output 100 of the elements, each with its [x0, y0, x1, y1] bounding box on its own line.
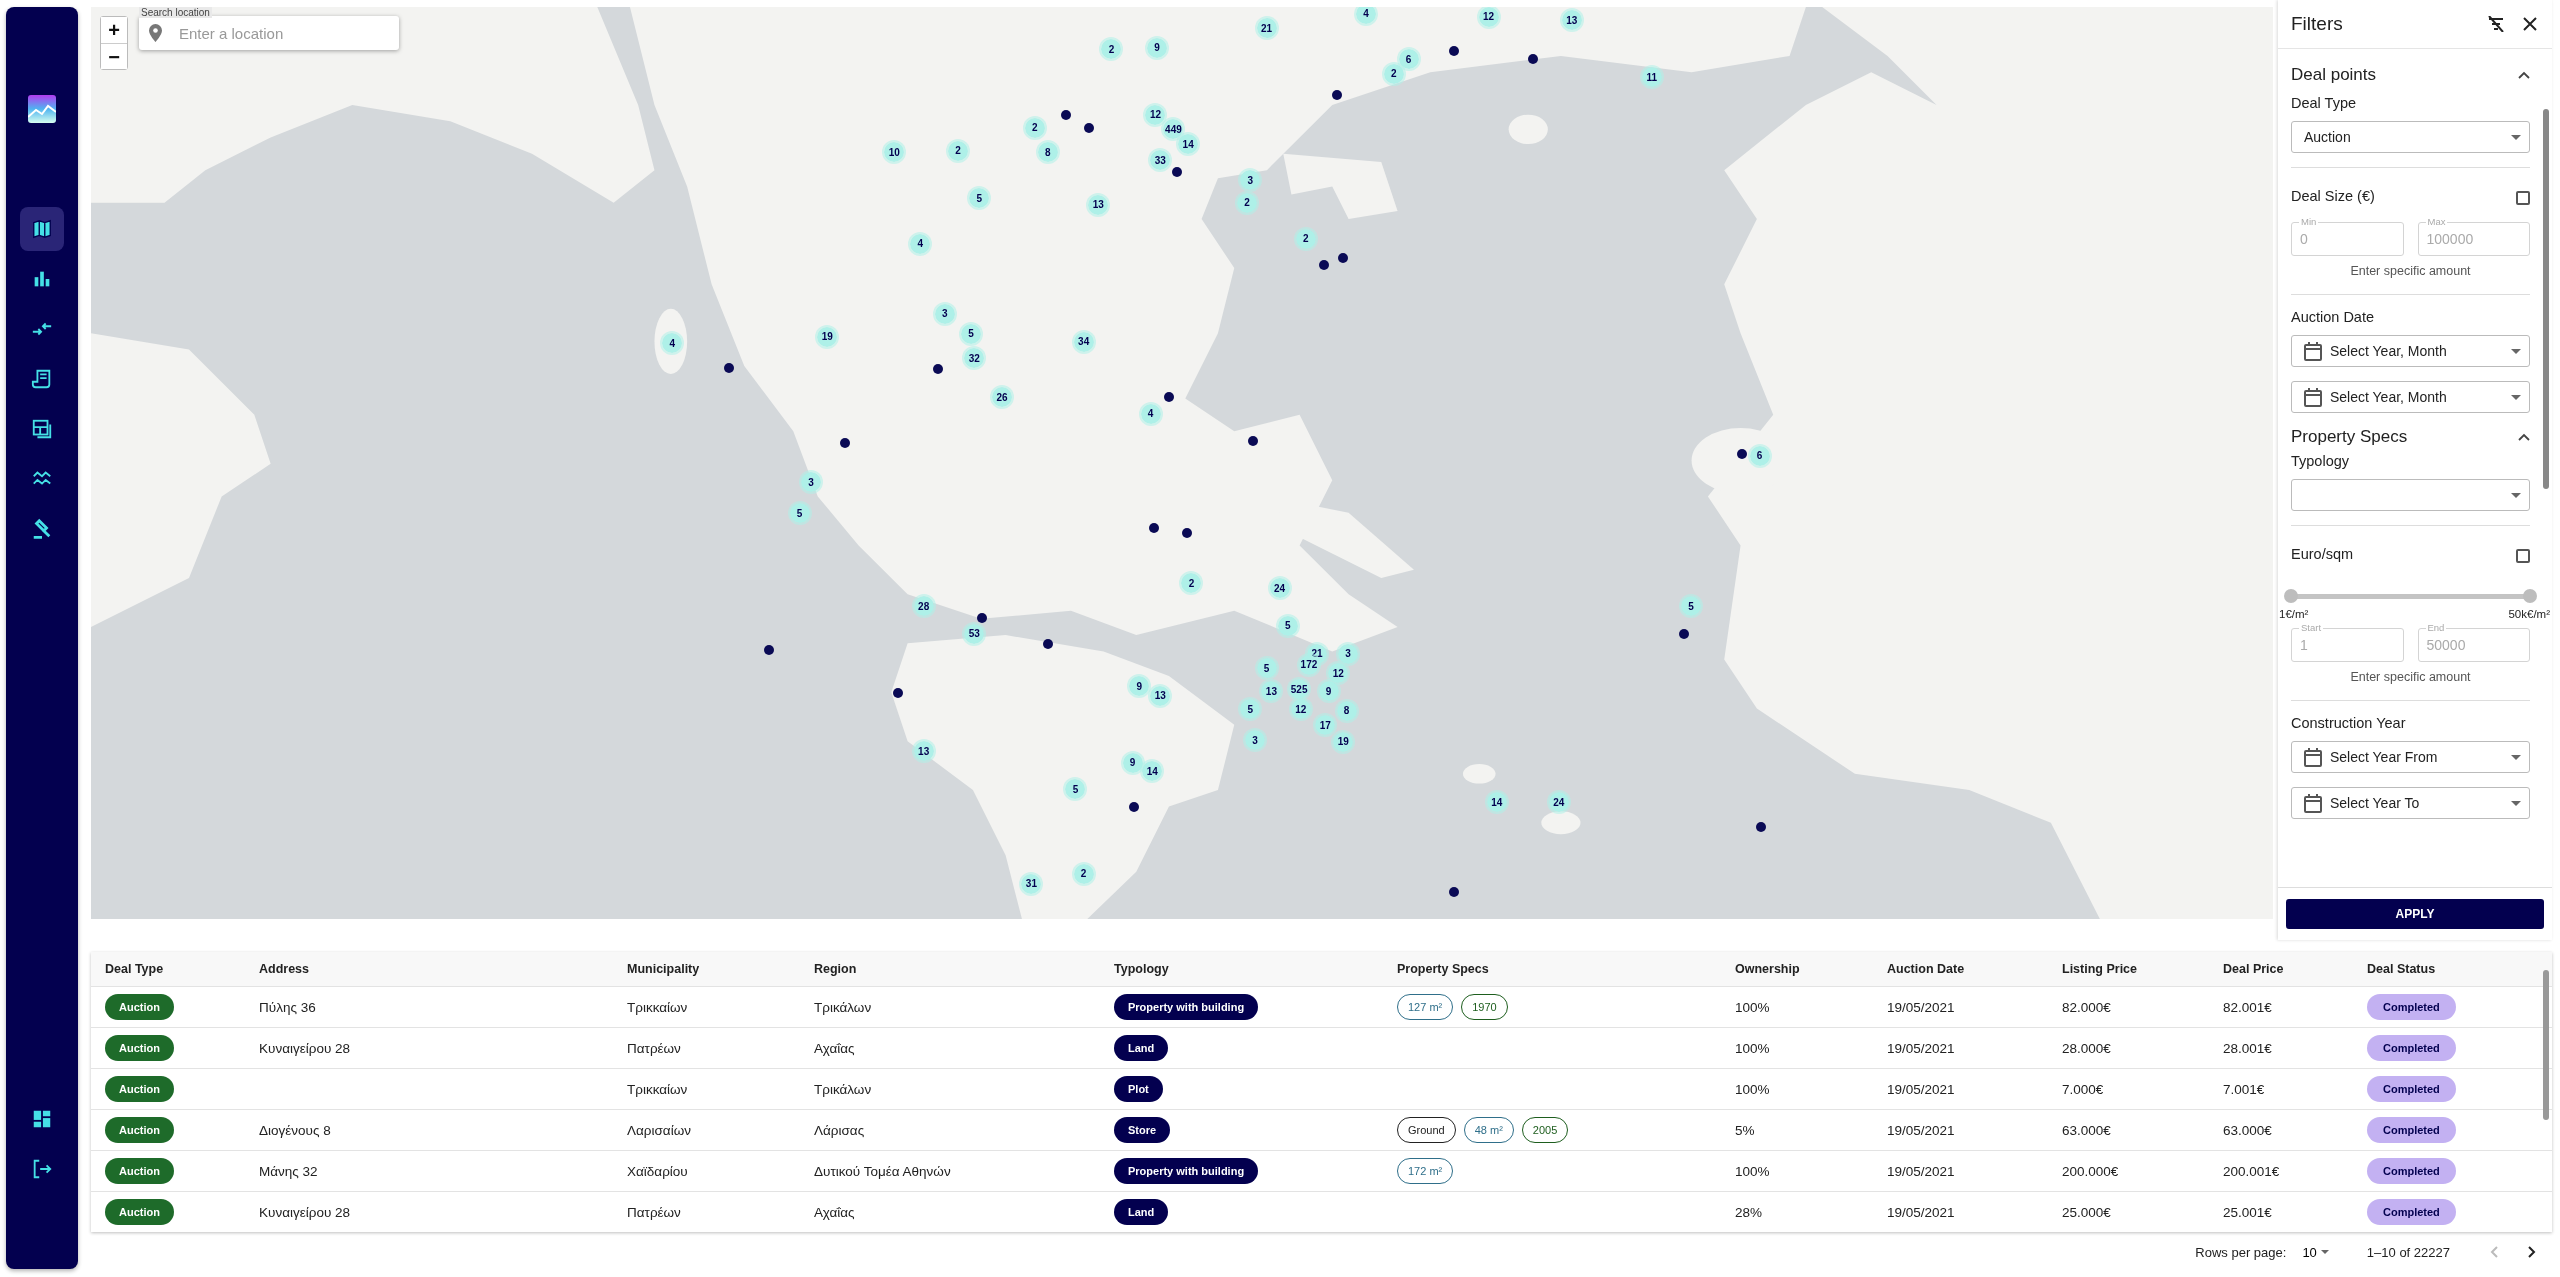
receipt-icon [31, 368, 53, 390]
map-pin-icon[interactable] [1042, 638, 1053, 649]
dropdown-caret-icon [2511, 754, 2521, 760]
table-cell: 19/05/2021 [1887, 1122, 1955, 1138]
field-label: Construction Year [2291, 715, 2407, 731]
table-cell: Λάρισας [814, 1122, 865, 1138]
deal-type-select[interactable]: Auction [2291, 121, 2530, 153]
map-pin-icon[interactable] [1449, 46, 1460, 57]
table-cell: 25.001€ [2223, 1204, 2272, 1220]
hint-text: Enter specific amount [2349, 670, 2472, 684]
deal-type-badge: Auction [105, 1199, 174, 1225]
chevron-left-icon [2490, 1246, 2498, 1258]
date-select[interactable]: Select Year, Month [2291, 335, 2530, 367]
table-cell: 100% [1735, 1040, 1770, 1056]
spec-chip: Ground [1397, 1117, 1456, 1143]
map-pin-icon[interactable] [1129, 802, 1140, 812]
map-pin-icon[interactable] [1060, 109, 1071, 120]
nav-button[interactable] [20, 207, 64, 251]
spec-chip: 172 m² [1397, 1158, 1454, 1184]
column-header[interactable]: Typology [1114, 952, 1397, 986]
column-header[interactable]: Property Specs [1397, 952, 1735, 986]
zoom-out-button[interactable]: − [101, 43, 127, 69]
table-cell: Αχαΐας [814, 1040, 855, 1056]
map-pin-icon[interactable] [1736, 449, 1747, 460]
checkbox[interactable] [2516, 549, 2530, 563]
calendar-icon [2304, 387, 2322, 407]
dropdown-caret-icon [2511, 492, 2521, 498]
date-select[interactable]: Select Year, Month [2291, 381, 2530, 413]
table-cell: 19/05/2021 [1887, 999, 1955, 1015]
dropdown-caret-icon [2511, 800, 2521, 806]
table-cell: 5% [1735, 1122, 1755, 1138]
section-title: Property Specs [2291, 427, 2408, 447]
date-select[interactable]: Select Year To [2291, 787, 2530, 819]
table-cell: 7.001€ [2223, 1081, 2265, 1097]
calendar-icon [2304, 747, 2322, 767]
filter-off-icon [2487, 16, 2505, 32]
map-pin-icon[interactable] [1163, 392, 1174, 403]
rows-per-page-select[interactable]: 10 [2296, 1243, 2335, 1261]
map-pin-icon[interactable] [1679, 628, 1690, 639]
column-header[interactable]: Deal Type [91, 952, 259, 986]
map-pin-icon[interactable] [1083, 122, 1094, 133]
column-header[interactable]: Region [814, 952, 1114, 986]
field-label: Deal Type [2291, 95, 2358, 111]
table-cell: 82.000€ [2062, 999, 2111, 1015]
status-badge: Completed [2367, 1158, 2456, 1184]
map-pin-icon[interactable] [1318, 259, 1329, 270]
search-field[interactable]: Enter a location [139, 16, 399, 50]
chevron-right-icon [2528, 1246, 2536, 1258]
dropdown-caret-icon [2320, 1250, 2329, 1254]
deal-type-badge: Auction [105, 1035, 174, 1061]
rows-per-page-label: Rows per page: [2195, 1244, 2287, 1260]
table-cell: 63.000€ [2062, 1122, 2111, 1138]
field-label: Euro/sqm [2291, 546, 2354, 562]
map-pin-icon[interactable] [1756, 821, 1767, 832]
map-pin-icon[interactable] [892, 687, 903, 698]
table-cell: Τρικάλων [814, 1081, 872, 1097]
dropdown-caret-icon [2511, 134, 2521, 140]
column-header[interactable]: Deal Price [2223, 952, 2367, 986]
location-pin-icon [149, 24, 162, 42]
search-label: Search location [139, 7, 212, 18]
date-select[interactable]: Select Year From [2291, 741, 2530, 773]
deal-type-badge: Auction [105, 994, 174, 1020]
calendar-icon [2304, 341, 2322, 361]
dashboard-icon [31, 1108, 53, 1130]
column-header[interactable]: Deal Status [2367, 952, 2538, 986]
chevron-icon[interactable] [2518, 433, 2530, 441]
map-pin-icon[interactable] [1338, 253, 1349, 264]
typology-badge: Property with building [1114, 994, 1259, 1020]
map-pin-icon[interactable] [1248, 436, 1259, 447]
map-pin-icon[interactable] [977, 612, 988, 623]
table-cell: 19/05/2021 [1887, 1081, 1955, 1097]
column-header[interactable]: Address [259, 952, 627, 986]
map-cluster[interactable]: 4 [1354, 7, 1379, 26]
table-cell: 63.000€ [2223, 1122, 2272, 1138]
status-badge: Completed [2367, 1035, 2456, 1061]
layout-icon [31, 418, 53, 440]
map-pin-icon[interactable] [933, 364, 944, 375]
column-header[interactable]: Ownership [1735, 952, 1887, 986]
typology-badge: Land [1114, 1035, 1169, 1061]
chevron-icon[interactable] [2518, 71, 2530, 79]
map-pin-icon[interactable] [1527, 54, 1538, 65]
map-pin-icon[interactable] [1331, 90, 1342, 101]
map-pin-icon[interactable] [1449, 886, 1460, 897]
page-range: 1–10 of 22227 [2366, 1244, 2450, 1260]
table-cell: 19/05/2021 [1887, 1163, 1955, 1179]
map-pin-icon[interactable] [1148, 522, 1159, 533]
checkbox[interactable] [2516, 191, 2530, 205]
column-header[interactable]: Auction Date [1887, 952, 2062, 986]
map-pin-icon[interactable] [763, 645, 774, 656]
map-icon [31, 218, 53, 240]
column-header[interactable]: Municipality [627, 952, 814, 986]
table-cell: Τρικκαίων [627, 999, 688, 1015]
map-pin-icon[interactable] [724, 362, 735, 373]
map-pin-icon[interactable] [1171, 166, 1182, 177]
apply-button[interactable]: APPLY [2286, 899, 2544, 929]
spec-chip: 1970 [1461, 994, 1508, 1020]
column-header[interactable]: Listing Price [2062, 952, 2223, 986]
table-cell: Διογένους 8 [259, 1122, 331, 1138]
map-pin-icon[interactable] [840, 437, 851, 448]
map-pin-icon[interactable] [1181, 527, 1192, 538]
